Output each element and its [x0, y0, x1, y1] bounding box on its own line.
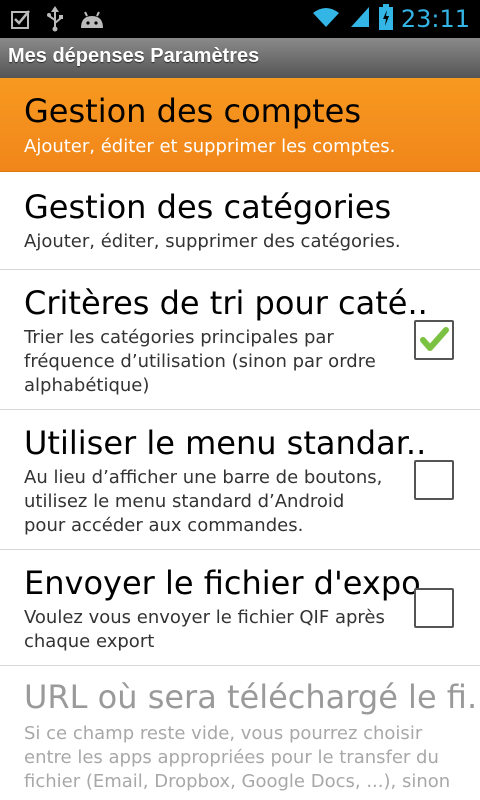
battery-icon — [378, 4, 393, 34]
standard-menu-checkbox[interactable] — [414, 460, 454, 500]
pref-title: Gestion des catégories — [24, 188, 392, 226]
pref-send-export-file[interactable]: Envoyer le fichier d'expo.. Voulez vous … — [0, 550, 480, 666]
pref-summary: Voulez vous envoyer le fichier QIF après… — [24, 606, 385, 654]
pref-summary: Ajouter, éditer, supprimer des catégorie… — [24, 231, 401, 252]
pref-summary: Au lieu d’afficher une barre de boutons,… — [24, 466, 382, 538]
pref-summary-line: utilisez le menu standard d’Android — [24, 491, 345, 512]
pref-summary: Trier les catégories principales par fré… — [24, 326, 376, 398]
pref-summary-line: pour accéder aux commandes. — [24, 515, 304, 536]
checkbox-notification-icon — [10, 8, 32, 34]
pref-summary-line: Au lieu d’afficher une barre de boutons, — [24, 467, 383, 488]
pref-title: Critères de tri pour caté.. — [24, 284, 428, 322]
pref-title: Utiliser le menu standar.. — [24, 424, 427, 462]
pref-upload-url: URL où sera téléchargé le fi.. Si ce cha… — [0, 666, 480, 800]
pref-title: Envoyer le fichier d'expo.. — [24, 564, 441, 602]
usb-icon — [46, 6, 64, 36]
page-title: Mes dépenses Paramètres — [8, 45, 260, 67]
pref-summary-line: Voulez vous envoyer le fichier QIF après — [24, 607, 385, 628]
status-bar: 23:11 — [0, 0, 480, 38]
pref-summary: Si ce champ reste vide, vous pourrez cho… — [24, 722, 450, 794]
pref-summary-line: fréquence d’utilisation (sinon par ordre — [24, 351, 376, 372]
pref-manage-accounts[interactable]: Gestion des comptes Ajouter, éditer et s… — [0, 78, 480, 172]
pref-title: URL où sera téléchargé le fi.. — [24, 678, 480, 716]
pref-summary-line: fichier (Email, Dropbox, Google Docs, ..… — [24, 771, 451, 792]
settings-screen: 23:11 Mes dépenses Paramètres Gestion de… — [0, 0, 480, 800]
clock: 23:11 — [400, 5, 470, 33]
pref-summary-line: alphabétique) — [24, 375, 150, 396]
sort-categories-checkbox[interactable] — [414, 320, 454, 360]
pref-manage-categories[interactable]: Gestion des catégories Ajouter, éditer, … — [0, 172, 480, 270]
wifi-icon — [311, 5, 341, 33]
pref-summary-line: Si ce champ reste vide, vous pourrez cho… — [24, 723, 423, 744]
pref-title: Gestion des comptes — [24, 92, 362, 130]
pref-standard-menu[interactable]: Utiliser le menu standar.. Au lieu d’aff… — [0, 410, 480, 550]
signal-icon — [349, 5, 371, 33]
title-bar: Mes dépenses Paramètres — [0, 38, 480, 79]
pref-summary-line: entre les apps appropriées pour le trans… — [24, 747, 439, 768]
pref-summary: Ajouter, éditer et supprimer les comptes… — [24, 136, 396, 157]
send-export-checkbox[interactable] — [414, 588, 454, 628]
pref-summary-line: Trier les catégories principales par — [24, 327, 334, 348]
checkmark-icon — [420, 327, 449, 351]
pref-summary-line: chaque export — [24, 631, 155, 652]
android-icon — [78, 8, 106, 34]
pref-sort-categories[interactable]: Critères de tri pour caté.. Trier les ca… — [0, 270, 480, 410]
